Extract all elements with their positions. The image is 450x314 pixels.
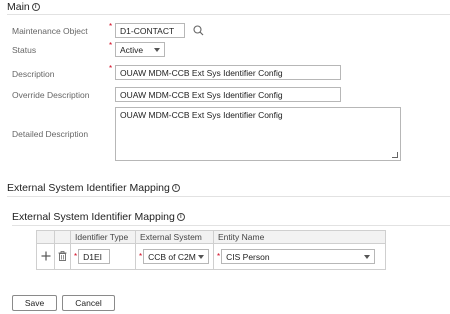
chevron-down-icon: [154, 47, 160, 52]
external-system-cell: * CCB of C2M: [135, 243, 214, 270]
mapping-subtitle-text: External System Identifier Mapping: [12, 211, 175, 223]
entity-name-cell: * CIS Person: [213, 243, 386, 270]
override-description-field[interactable]: OUAW MDM-CCB Ext Sys Identifier Config: [115, 87, 341, 102]
identifier-type-value: D1EI: [83, 251, 103, 262]
mapping-divider: [7, 196, 450, 197]
maintenance-object-field[interactable]: D1-CONTACT: [115, 23, 185, 38]
required-marker: *: [139, 252, 143, 261]
main-section-title: Main i: [7, 1, 40, 13]
table-row: * D1EI * CCB of C2M * CIS Person: [36, 243, 386, 270]
column-header-entity-name: Entity Name: [213, 230, 386, 244]
detailed-description-textarea[interactable]: OUAW MDM-CCB Ext Sys Identifier Config: [115, 107, 401, 161]
override-description-label: Override Description: [12, 90, 90, 100]
chevron-down-icon: [364, 254, 371, 259]
required-marker: *: [109, 22, 113, 31]
chevron-down-icon: [198, 254, 205, 259]
plus-icon[interactable]: [41, 251, 51, 261]
detailed-description-value: OUAW MDM-CCB Ext Sys Identifier Config: [120, 110, 283, 120]
info-icon[interactable]: i: [31, 3, 40, 11]
status-value: Active: [120, 44, 144, 55]
mapping-subdivider: [12, 225, 450, 226]
required-marker: *: [109, 41, 113, 50]
cancel-button[interactable]: Cancel: [62, 295, 115, 311]
search-icon[interactable]: [191, 23, 205, 37]
mapping-table: Identifier Type External System Entity N…: [36, 230, 386, 270]
main-divider: [7, 14, 450, 15]
external-system-select[interactable]: CCB of C2M: [143, 249, 210, 264]
description-field[interactable]: OUAW MDM-CCB Ext Sys Identifier Config: [115, 65, 341, 80]
maintenance-object-value: D1-CONTACT: [120, 25, 175, 36]
mapping-title-text: External System Identifier Mapping: [7, 182, 170, 194]
add-column-header: [36, 230, 55, 244]
entity-name-value: CIS Person: [226, 251, 270, 262]
delete-cell: [54, 243, 71, 270]
add-cell: [36, 243, 55, 270]
description-label: Description: [12, 69, 55, 79]
description-value: OUAW MDM-CCB Ext Sys Identifier Config: [120, 67, 283, 78]
status-label: Status: [12, 45, 37, 55]
table-header-row: Identifier Type External System Entity N…: [36, 230, 386, 244]
identifier-type-field[interactable]: D1EI: [78, 249, 111, 264]
external-system-value: CCB of C2M: [148, 251, 196, 262]
status-select[interactable]: Active: [115, 42, 165, 57]
mapping-section-title: External System Identifier Mapping i: [7, 182, 180, 194]
mapping-subsection-title: External System Identifier Mapping i: [12, 211, 185, 223]
entity-name-select[interactable]: CIS Person: [221, 249, 376, 264]
required-marker: *: [74, 252, 78, 261]
delete-column-header: [54, 230, 71, 244]
trash-icon[interactable]: [58, 250, 67, 261]
column-header-identifier-type: Identifier Type: [70, 230, 136, 244]
maintenance-object-label: Maintenance Object: [12, 26, 88, 36]
required-marker: *: [217, 252, 221, 261]
column-header-external-system: External System: [135, 230, 214, 244]
detailed-description-label: Detailed Description: [12, 129, 89, 139]
resize-handle-icon[interactable]: [392, 152, 398, 158]
override-description-value: OUAW MDM-CCB Ext Sys Identifier Config: [120, 89, 283, 100]
main-title-text: Main: [7, 1, 30, 13]
info-icon[interactable]: i: [176, 213, 185, 221]
required-marker: *: [109, 64, 113, 73]
identifier-type-cell: * D1EI: [70, 243, 136, 270]
info-icon[interactable]: i: [171, 184, 180, 192]
save-button[interactable]: Save: [12, 295, 57, 311]
